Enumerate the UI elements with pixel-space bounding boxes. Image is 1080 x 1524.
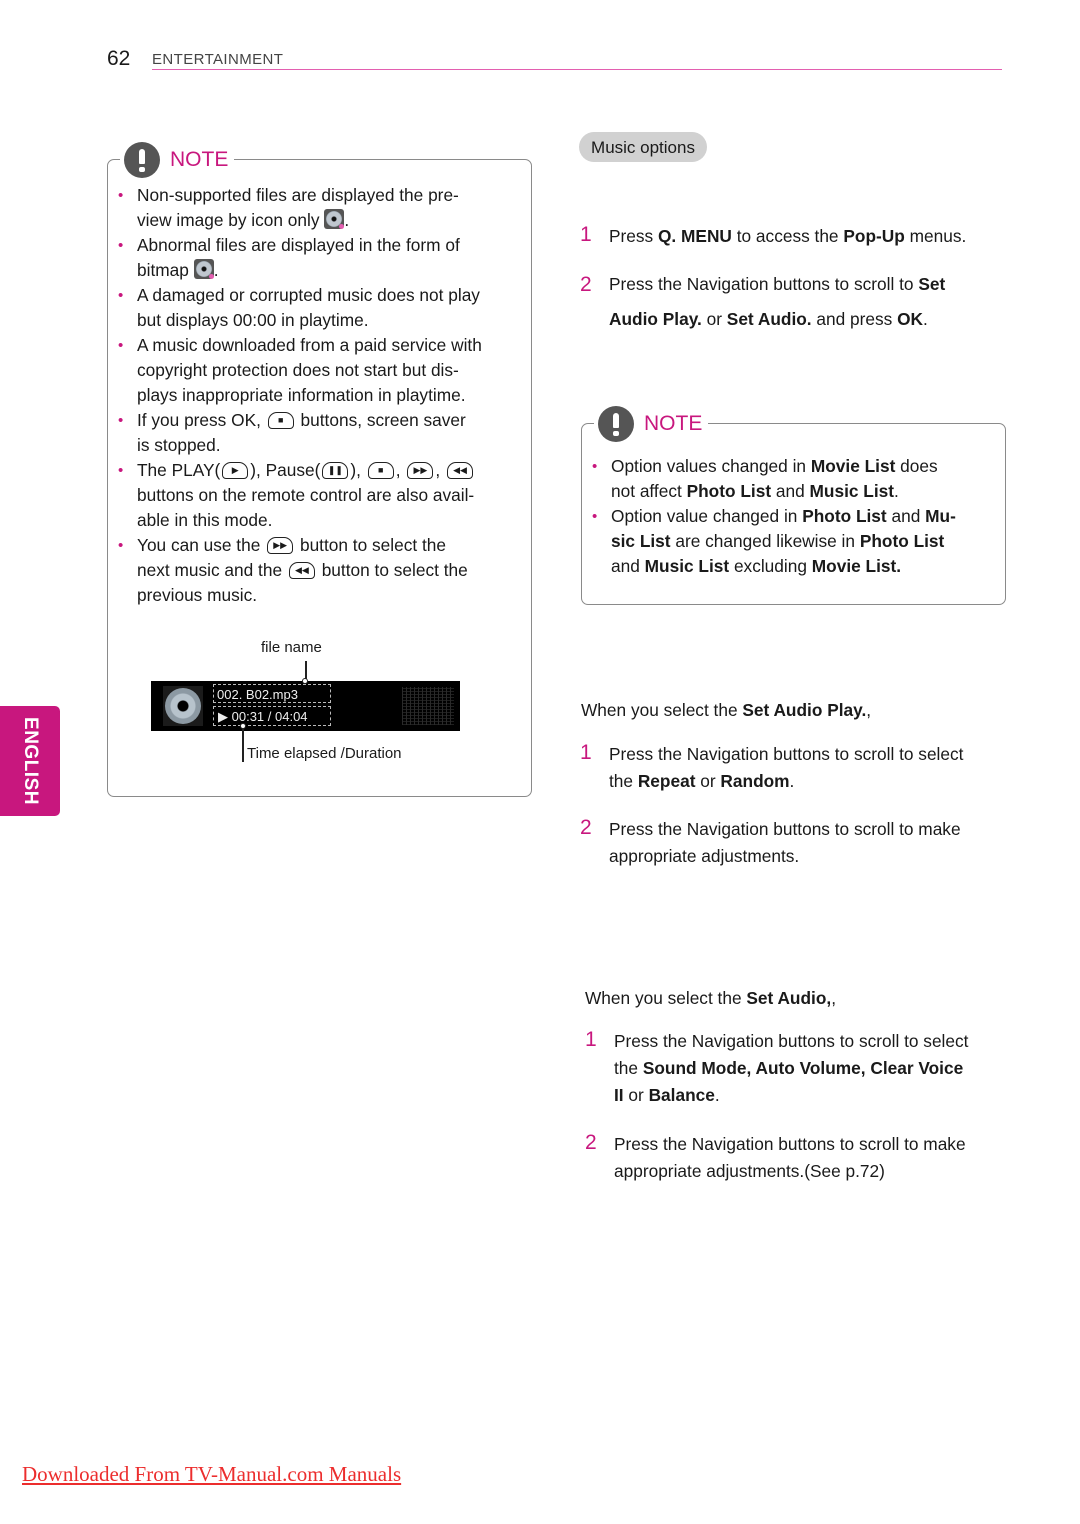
fast-forward-button-icon: ▶▶ [407,462,434,479]
set-audio-play-intro: When you select the Set Audio Play., [581,700,872,720]
note-title: NOTE [170,148,229,171]
note-bullet: Abnormal files are displayed in the form… [108,233,528,283]
step-number: 1 [580,223,592,246]
pause-button-icon: ❚❚ [322,462,349,479]
step-number: 1 [580,741,592,764]
file-name-pointer [302,678,308,684]
right-note-list: Option values changed in Movie List does… [582,454,1002,579]
download-source-link[interactable]: Downloaded From TV-Manual.com Manuals [22,1462,401,1487]
rewind-button-icon: ◀◀ [447,462,473,479]
audio-visualizer [402,687,454,725]
audio-step-2: 2 Press the Navigation buttons to scroll… [585,1131,966,1181]
fast-forward-button-icon: ▶▶ [267,537,294,554]
exclamation-icon [598,406,634,442]
step-number: 2 [580,273,592,296]
playback-time: ▶ 00:31 / 04:04 [213,706,331,726]
note-bullet: The PLAY(▶), Pause(❚❚), ■, ▶▶, ◀◀ button… [108,458,528,533]
step-2: 2 Press the Navigation buttons to scroll… [580,271,1020,341]
stop-button-icon: ■ [267,412,294,429]
time-value: 00:31 / 04:04 [231,709,308,724]
music-player-strip: 002. B02.mp3 ▶ 00:31 / 04:04 [151,681,460,731]
note-bullet: Option values changed in Movie List does… [582,454,1002,504]
audio-step-1: 1 Press the Navigation buttons to scroll… [585,1028,969,1105]
left-note-list: Non-supported files are displayed the pr… [108,183,528,608]
right-note-header: NOTE [594,406,709,442]
note-title: NOTE [644,412,703,435]
header-divider [152,69,1002,70]
step-number: 2 [580,816,592,839]
time-callout: Time elapsed /Duration [247,745,402,762]
play-button-icon: ▶ [222,462,249,479]
play-icon: ▶ [218,709,228,724]
note-bullet: A music downloaded from a paid service w… [108,333,528,408]
note-bullet: You can use the ▶▶ button to select the … [108,533,528,608]
time-leader [242,728,244,762]
left-note-header: NOTE [120,142,235,178]
step-1: 1 Press Q. MENU to access the Pop-Up men… [580,223,967,246]
page-number: 62 [107,47,131,70]
language-tab: ENGLISH [0,706,60,816]
unsupported-file-icon [324,209,345,229]
section-title: ENTERTAINMENT [152,51,284,68]
music-options-heading: Music options [579,132,707,162]
file-name: 002. B02.mp3 [213,684,331,703]
bitmap-file-icon [193,259,214,279]
set-audio-intro: When you select the Set Audio,, [585,988,837,1008]
audio-play-step-1: 1 Press the Navigation buttons to scroll… [580,741,964,791]
stop-button-icon: ■ [367,462,394,479]
audio-play-step-2: 2 Press the Navigation buttons to scroll… [580,816,961,866]
step-number: 2 [585,1131,597,1154]
language-tab-label: ENGLISH [20,717,41,805]
music-disc-icon [163,686,203,726]
note-bullet: A damaged or corrupted music does not pl… [108,283,528,333]
note-bullet: If you press OK, ■ buttons, screen saver… [108,408,528,458]
exclamation-icon [124,142,160,178]
file-name-callout: file name [261,639,322,656]
note-bullet: Non-supported files are displayed the pr… [108,183,528,233]
note-bullet: Option value changed in Photo List and M… [582,504,1002,579]
rewind-button-icon: ◀◀ [288,562,315,579]
step-number: 1 [585,1028,597,1051]
